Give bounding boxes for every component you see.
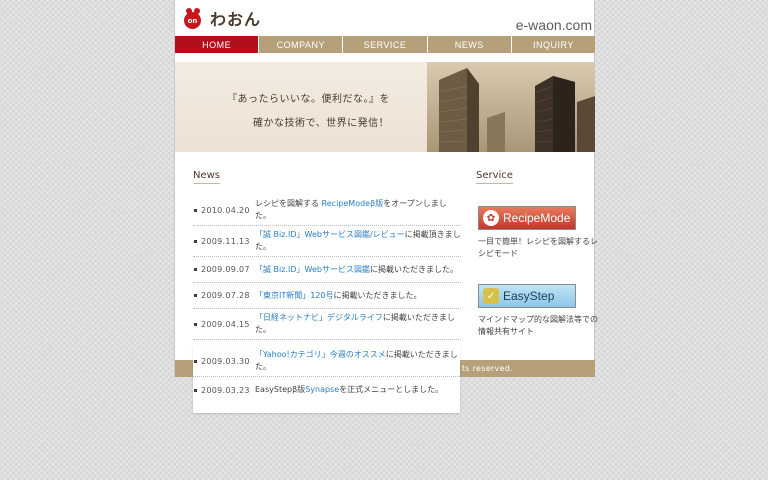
news-item: 2009.07.28 「東京IT新聞」120号に掲載いただきました。 — [193, 283, 461, 309]
news-link[interactable]: 「誠 Biz.ID」Webサービス図鑑 — [255, 265, 370, 274]
news-date: 2009.07.28 — [201, 291, 250, 300]
news-item: 2009.03.23 EasyStepβ版Synapseを正式メニューとしました… — [193, 377, 460, 403]
bullet-icon — [194, 208, 197, 212]
hero-tagline-2: 確かな技術で、世界に発信！ — [253, 118, 390, 129]
bullet-icon — [194, 239, 197, 243]
news-item: 2009.03.30 「Yahoo!カテゴリ」今週のオススメに掲載いただきました… — [193, 346, 460, 377]
page-container: on わおん e-waon.com HOME COMPANY SERVICE N… — [174, 0, 598, 377]
news-text: 「東京IT新聞」120号に掲載いただきました。 — [255, 290, 422, 300]
hero-tagline-1: 『あったらいいな。便利だな。』を — [227, 94, 390, 105]
bullet-icon — [194, 322, 197, 326]
news-date: 2009.11.13 — [201, 236, 250, 246]
logo-text: わおん — [210, 10, 262, 29]
news-item: 2010.04.20 レシピを図解する RecipeModeβ版をオープンしまし… — [193, 195, 461, 226]
hero-text-panel: 『あったらいいな。便利だな。』を 確かな技術で、世界に発信！ — [175, 62, 427, 152]
news-link[interactable]: 「誠 Biz.ID」Webサービス図鑑/レビュー — [255, 230, 405, 239]
main-nav: HOME COMPANY SERVICE NEWS INQUIRY — [175, 36, 596, 53]
copyright-text: ts reserved. — [461, 364, 513, 373]
news-date: 2009.04.15 — [201, 319, 250, 329]
news-date: 2009.03.23 — [201, 385, 250, 395]
news-text: 「誠 Biz.ID」Webサービス図鑑に掲載いただきました。 — [255, 264, 458, 274]
news-item: 2009.04.15 「日経ネットナビ」デジタルライフに掲載いただきました。 — [193, 309, 461, 340]
easystep-button[interactable]: ✓ EasyStep — [478, 284, 576, 308]
news-date: 2009.03.30 — [201, 356, 250, 366]
bullet-icon — [194, 359, 197, 363]
news-item: 2009.09.07 「誠 Biz.ID」Webサービス図鑑に掲載いただきました… — [193, 257, 461, 283]
nav-inquiry[interactable]: INQUIRY — [511, 36, 596, 53]
logo-mark-icon: on — [184, 8, 204, 29]
news-link[interactable]: Synapse — [305, 385, 339, 394]
domain-text: e-waon.com — [515, 17, 592, 33]
nav-home[interactable]: HOME — [175, 36, 260, 53]
recipemode-label: RecipeMode — [503, 211, 571, 225]
news-link[interactable]: 「Yahoo!カテゴリ」今週のオススメ — [255, 350, 386, 359]
easystep-label: EasyStep — [503, 289, 555, 303]
nav-service[interactable]: SERVICE — [343, 36, 428, 53]
news-link[interactable]: RecipeModeβ版 — [322, 199, 384, 208]
service-heading: Service — [476, 170, 513, 184]
news-date: 2010.04.20 — [201, 205, 250, 215]
news-text: 「日経ネットナビ」デジタルライフに掲載いただきました。 — [255, 313, 455, 334]
news-text: EasyStepβ版Synapseを正式メニューとしました。 — [255, 385, 444, 394]
news-link[interactable]: 「日経ネットナビ」デジタルライフ — [255, 313, 383, 322]
bullet-icon — [194, 294, 197, 297]
recipemode-logo-icon: ✿ — [483, 210, 499, 226]
recipemode-button[interactable]: ✿ RecipeMode — [478, 206, 576, 230]
hero-banner: 『あったらいいな。便利だな。』を 確かな技術で、世界に発信！ — [175, 62, 595, 152]
news-text: 「Yahoo!カテゴリ」今週のオススメに掲載いただきました。 — [255, 350, 458, 371]
recipemode-desc: 一目で簡単！レシピを図解するレシピモード — [478, 237, 598, 258]
bullet-icon — [194, 268, 197, 271]
news-list: 2010.04.20 レシピを図解する RecipeModeβ版をオープンしまし… — [193, 195, 461, 340]
news-heading: News — [193, 170, 221, 184]
news-text: 「誠 Biz.ID」Webサービス図鑑/レビューに掲載頂きました。 — [255, 230, 461, 251]
nav-news[interactable]: NEWS — [427, 36, 512, 53]
bullet-icon — [194, 388, 197, 392]
news-link[interactable]: 「東京IT新聞」120号 — [255, 291, 334, 300]
easystep-desc: マインドマップ的な図解法等での情報共有サイト — [478, 315, 598, 336]
news-date: 2009.09.07 — [201, 265, 250, 274]
easystep-logo-icon: ✓ — [483, 288, 499, 304]
nav-company[interactable]: COMPANY — [259, 36, 344, 53]
news-text: レシピを図解する RecipeModeβ版をオープンしました。 — [255, 199, 447, 220]
news-item: 2009.11.13 「誠 Biz.ID」Webサービス図鑑/レビューに掲載頂き… — [193, 226, 461, 257]
site-logo[interactable]: on わおん — [184, 7, 261, 29]
hero-buildings-image — [427, 62, 595, 152]
news-overflow-panel: 2009.03.30 「Yahoo!カテゴリ」今週のオススメに掲載いただきました… — [193, 346, 460, 413]
